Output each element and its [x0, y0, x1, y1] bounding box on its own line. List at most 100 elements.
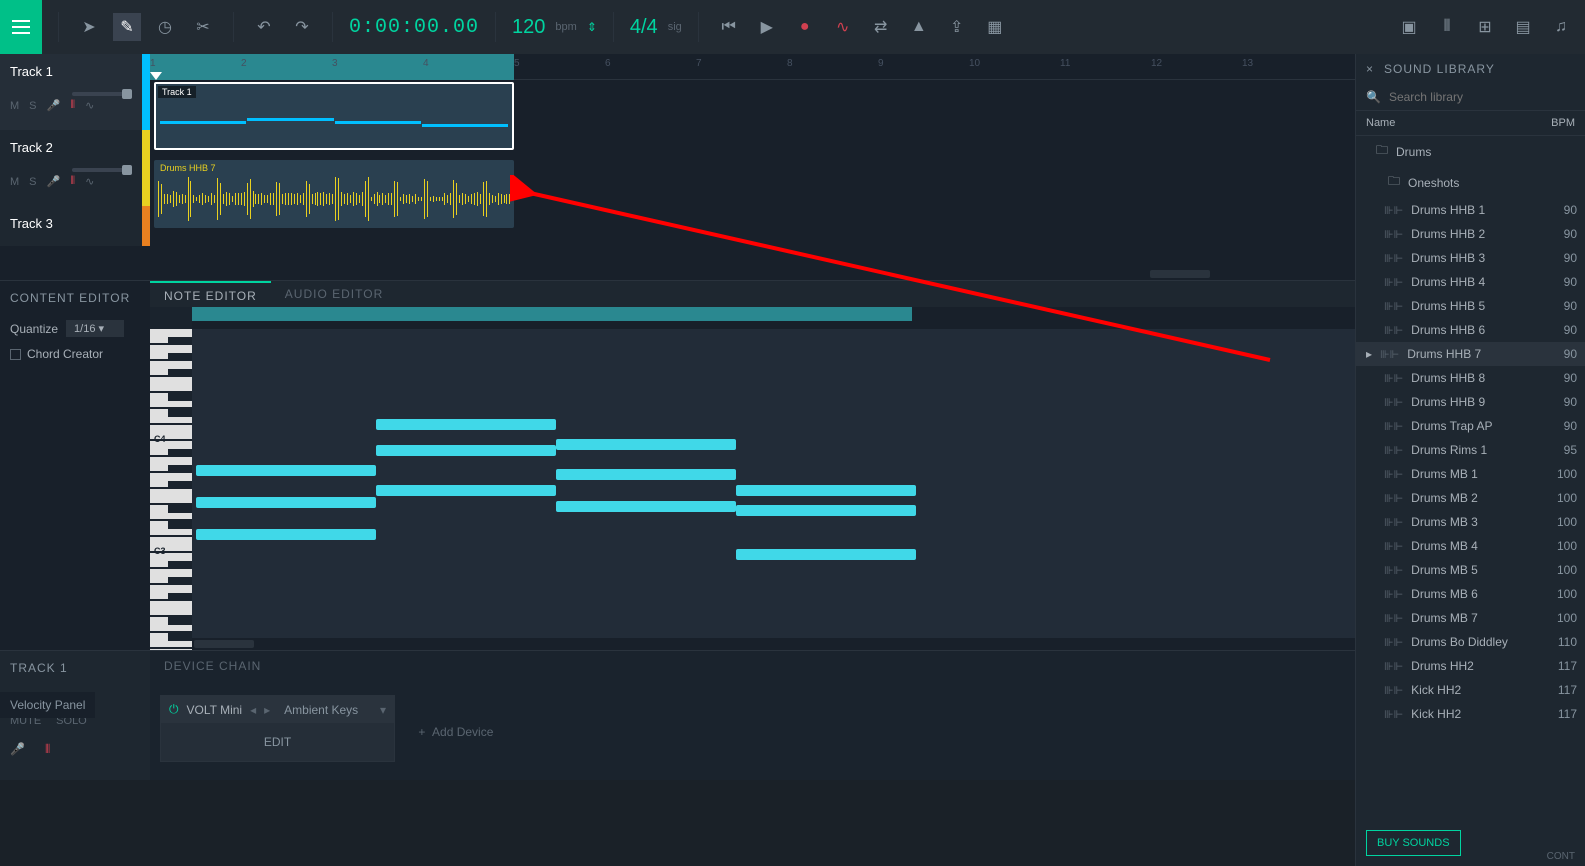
mute-button[interactable]: M: [10, 100, 19, 112]
bpm-display[interactable]: 120: [512, 16, 545, 39]
midi-note[interactable]: [196, 465, 376, 476]
library-item[interactable]: ⊪⊩Drums Rims 195: [1356, 438, 1585, 462]
midi-icon[interactable]: ▦: [981, 13, 1009, 41]
cont-link[interactable]: CONT: [1547, 851, 1575, 862]
mic-icon[interactable]: 🎤: [10, 742, 25, 757]
midi-arm-icon[interactable]: ⦀: [70, 99, 75, 112]
add-device-button[interactable]: + Add Device: [398, 705, 513, 759]
panel3-icon[interactable]: ▤: [1509, 13, 1537, 41]
tab-note-editor[interactable]: NOTE EDITOR: [150, 281, 271, 307]
midi-note[interactable]: [556, 469, 736, 480]
solo-button[interactable]: S: [29, 176, 36, 188]
scissors-icon[interactable]: ✂: [189, 13, 217, 41]
library-item[interactable]: ⊪⊩Drums MB 1100: [1356, 462, 1585, 486]
library-close-icon[interactable]: ×: [1366, 62, 1374, 76]
midi-note[interactable]: [196, 529, 376, 540]
library-item[interactable]: ⊪⊩Kick HH2117: [1356, 678, 1585, 702]
countdown-icon[interactable]: ⇪: [943, 13, 971, 41]
library-item[interactable]: ⊪⊩Drums MB 7100: [1356, 606, 1585, 630]
midi-icon[interactable]: ⦀: [45, 742, 50, 757]
mute-button[interactable]: M: [10, 176, 19, 188]
loop-button[interactable]: ⇄: [867, 13, 895, 41]
midi-clip[interactable]: Track 1: [154, 82, 514, 150]
quantize-select[interactable]: 1/16 ▾: [66, 320, 124, 337]
timer-icon[interactable]: ◷: [151, 13, 179, 41]
mixer-icon[interactable]: ⦀: [1433, 13, 1461, 41]
library-item[interactable]: ⊪⊩Drums HHB 890: [1356, 366, 1585, 390]
device-preset[interactable]: Ambient Keys: [284, 703, 358, 717]
library-item[interactable]: ⊪⊩Drums HHB 390: [1356, 246, 1585, 270]
automation-track-icon[interactable]: ∿: [85, 175, 94, 188]
library-search-input[interactable]: [1389, 90, 1575, 104]
tab-audio-editor[interactable]: AUDIO EDITOR: [271, 281, 397, 307]
library-item[interactable]: ⊪⊩Drums HH2117: [1356, 654, 1585, 678]
pencil-tool[interactable]: ✎: [113, 13, 141, 41]
audio-clip[interactable]: Drums HHB 7: [154, 160, 514, 228]
track-volume-slider[interactable]: [72, 168, 132, 172]
midi-note[interactable]: [376, 485, 556, 496]
midi-note[interactable]: [736, 485, 916, 496]
metronome-icon[interactable]: ▲: [905, 13, 933, 41]
power-icon[interactable]: ⏻: [169, 702, 179, 717]
folder-oneshots[interactable]: 🗀 Oneshots: [1356, 167, 1585, 198]
cursor-tool[interactable]: ➤: [75, 13, 103, 41]
library-item[interactable]: ⊪⊩Drums MB 3100: [1356, 510, 1585, 534]
midi-note[interactable]: [196, 497, 376, 508]
library-item[interactable]: ⊪⊩Drums HHB 990: [1356, 390, 1585, 414]
preset-dropdown-icon[interactable]: ▾: [380, 703, 386, 717]
midi-note[interactable]: [736, 549, 916, 560]
record-button[interactable]: ●: [791, 13, 819, 41]
track-volume-slider[interactable]: [72, 92, 132, 96]
library-item[interactable]: ⊪⊩Drums HHB 590: [1356, 294, 1585, 318]
velocity-panel-label[interactable]: Velocity Panel: [0, 692, 95, 718]
library-item[interactable]: ⊪⊩Drums HHB 690: [1356, 318, 1585, 342]
folder-drums[interactable]: 🗀 Drums: [1356, 136, 1585, 167]
midi-note[interactable]: [556, 501, 736, 512]
library-item[interactable]: ⊪⊩Drums HHB 290: [1356, 222, 1585, 246]
device-instance[interactable]: ⏻ VOLT Mini ◂ ▸ Ambient Keys ▾ EDIT: [160, 695, 395, 762]
automation-track-icon[interactable]: ∿: [85, 99, 94, 112]
library-item[interactable]: ⊪⊩Kick HH2117: [1356, 702, 1585, 726]
panel2-icon[interactable]: ⊞: [1471, 13, 1499, 41]
rec-arm-icon[interactable]: 🎤: [47, 175, 61, 188]
redo-button[interactable]: ↷: [288, 13, 316, 41]
midi-note[interactable]: [556, 439, 736, 450]
library-item[interactable]: ⊪⊩Drums HHB 190: [1356, 198, 1585, 222]
library-item[interactable]: ⊪⊩Drums MB 6100: [1356, 582, 1585, 606]
midi-note[interactable]: [736, 505, 916, 516]
rec-arm-icon[interactable]: 🎤: [47, 99, 61, 112]
column-name[interactable]: Name: [1366, 117, 1395, 129]
chord-creator-checkbox[interactable]: [10, 349, 21, 360]
menu-button[interactable]: [0, 0, 42, 54]
preset-prev-icon[interactable]: ◂: [250, 703, 256, 717]
library-item[interactable]: ⊪⊩Drums HHB 490: [1356, 270, 1585, 294]
column-bpm[interactable]: BPM: [1551, 117, 1575, 129]
track-header-1[interactable]: Track 1 M S 🎤 ⦀ ∿: [0, 54, 142, 130]
midi-note[interactable]: [376, 419, 556, 430]
preset-next-icon[interactable]: ▸: [264, 703, 270, 717]
library-item[interactable]: ⊪⊩Drums Bo Diddley110: [1356, 630, 1585, 654]
device-edit-button[interactable]: EDIT: [161, 723, 394, 761]
automation-icon[interactable]: ∿: [829, 13, 857, 41]
track-header-3[interactable]: Track 3: [0, 206, 142, 246]
undo-button[interactable]: ↶: [250, 13, 278, 41]
library-item[interactable]: ⊪⊩Drums MB 5100: [1356, 558, 1585, 582]
track-header-2[interactable]: Track 2 M S 🎤 ⦀ ∿: [0, 130, 142, 206]
solo-button[interactable]: S: [29, 100, 36, 112]
library-item[interactable]: ⊪⊩Drums MB 4100: [1356, 534, 1585, 558]
panel1-icon[interactable]: ▣: [1395, 13, 1423, 41]
rewind-button[interactable]: ⏮: [715, 13, 743, 41]
buy-sounds-button[interactable]: BUY SOUNDS: [1366, 830, 1461, 856]
library-toggle-icon[interactable]: ♫: [1547, 13, 1575, 41]
library-item[interactable]: ⊪⊩Drums MB 2100: [1356, 486, 1585, 510]
time-display[interactable]: 0:00:00.00: [349, 16, 479, 39]
piano-keyboard[interactable]: C4 C3: [150, 329, 192, 650]
playhead[interactable]: [150, 72, 162, 80]
midi-arm-icon[interactable]: ⦀: [70, 175, 75, 188]
library-item[interactable]: ⊪⊩Drums Trap AP90: [1356, 414, 1585, 438]
timesig-display[interactable]: 4/4: [630, 16, 658, 39]
library-item[interactable]: ▸ ⊪⊩Drums HHB 790: [1356, 342, 1585, 366]
midi-note[interactable]: [376, 445, 556, 456]
play-button[interactable]: ▶: [753, 13, 781, 41]
piano-loop-region[interactable]: [192, 307, 912, 321]
